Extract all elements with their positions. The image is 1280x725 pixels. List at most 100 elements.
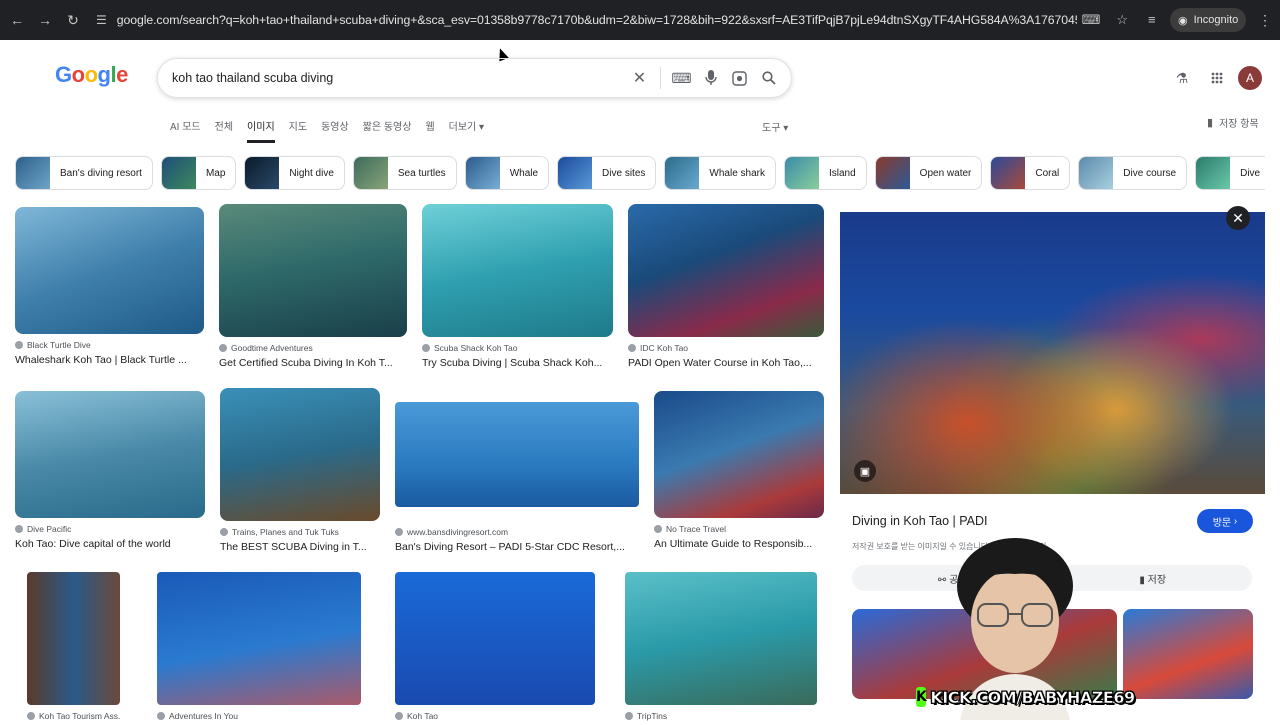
chip[interactable]: Open water bbox=[874, 156, 983, 190]
result-image[interactable] bbox=[15, 207, 204, 334]
result-source[interactable]: Scuba Shack Koh Tao bbox=[422, 343, 613, 353]
result-image[interactable] bbox=[395, 572, 595, 705]
result-source[interactable]: No Trace Travel bbox=[654, 524, 824, 534]
image-result[interactable]: Scuba Shack Koh Tao Try Scuba Diving | S… bbox=[422, 204, 613, 369]
lens-search-icon[interactable]: ▣ bbox=[854, 460, 876, 482]
chip[interactable]: Coral bbox=[990, 156, 1071, 190]
lens-camera-icon[interactable] bbox=[725, 70, 754, 86]
search-box[interactable]: koh tao thailand scuba diving ✕ ⌨ bbox=[157, 58, 792, 98]
chip[interactable]: Whale bbox=[464, 156, 550, 190]
incognito-badge[interactable]: ◉ Incognito bbox=[1170, 8, 1247, 32]
image-result[interactable]: No Trace Travel An Ultimate Guide to Res… bbox=[654, 391, 824, 550]
preview-title[interactable]: Diving in Koh Tao | PADI bbox=[852, 514, 988, 528]
saved-items-button[interactable]: ▮ 저장 항목 bbox=[1207, 115, 1259, 130]
chip[interactable]: Whale shark bbox=[664, 156, 776, 190]
result-title[interactable]: Koh Tao: Dive capital of the world bbox=[15, 538, 205, 550]
chip[interactable]: Map bbox=[160, 156, 237, 190]
address-bar[interactable]: ☰ google.com/search?q=koh+tao+thailand+s… bbox=[88, 6, 1142, 34]
save-button[interactable]: ▮ 저장 bbox=[1139, 571, 1166, 586]
forward-icon[interactable]: → bbox=[32, 7, 58, 33]
image-result[interactable]: www.bansdivingresort.com Ban's Diving Re… bbox=[395, 402, 639, 553]
result-image[interactable] bbox=[422, 204, 613, 337]
image-result[interactable]: Adventures In You bbox=[157, 572, 361, 721]
result-image[interactable] bbox=[654, 391, 824, 518]
url-text[interactable]: google.com/search?q=koh+tao+thailand+scu… bbox=[117, 13, 1077, 27]
tab-more[interactable]: 더보기 ▾ bbox=[449, 118, 484, 143]
image-result[interactable]: TripTins bbox=[625, 572, 817, 721]
result-source[interactable]: Goodtime Adventures bbox=[219, 343, 407, 353]
result-image[interactable] bbox=[219, 204, 407, 337]
result-image[interactable] bbox=[220, 388, 380, 521]
microphone-icon[interactable] bbox=[696, 70, 725, 86]
chip[interactable]: Dive bbox=[1195, 156, 1265, 190]
google-logo[interactable]: Google bbox=[55, 62, 128, 88]
tab-web[interactable]: 웹 bbox=[425, 118, 434, 143]
favicon-icon bbox=[395, 528, 403, 536]
chip[interactable]: Dive course bbox=[1078, 156, 1188, 190]
preview-image[interactable] bbox=[840, 212, 1265, 494]
browser-menu-icon[interactable]: ⋮ bbox=[1258, 12, 1272, 29]
result-source[interactable]: www.bansdivingresort.com bbox=[395, 527, 639, 537]
favicon-icon bbox=[15, 341, 23, 349]
site-info-icon[interactable]: ☰ bbox=[96, 13, 107, 27]
tab-videos[interactable]: 동영상 bbox=[321, 118, 349, 143]
result-source[interactable]: Black Turtle Dive bbox=[15, 340, 204, 350]
image-result[interactable]: Black Turtle Dive Whaleshark Koh Tao | B… bbox=[15, 207, 204, 366]
tab-maps[interactable]: 지도 bbox=[289, 118, 307, 143]
account-avatar[interactable]: A bbox=[1238, 66, 1262, 90]
chevron-down-icon: ▾ bbox=[479, 122, 485, 133]
chip[interactable]: Ban's diving resort bbox=[15, 156, 153, 190]
result-image[interactable] bbox=[625, 572, 817, 705]
search-icon[interactable] bbox=[754, 71, 783, 85]
close-preview-button[interactable]: ✕ bbox=[1226, 206, 1250, 230]
reload-icon[interactable]: ↻ bbox=[60, 7, 86, 33]
result-source-label: Scuba Shack Koh Tao bbox=[434, 343, 518, 353]
back-icon[interactable]: ← bbox=[4, 7, 30, 33]
result-image[interactable] bbox=[27, 572, 120, 705]
keyboard-icon[interactable]: ⌨ bbox=[667, 70, 696, 87]
tab-short-videos[interactable]: 짧은 동영상 bbox=[363, 118, 412, 143]
result-image[interactable] bbox=[157, 572, 361, 705]
result-title[interactable]: Whaleshark Koh Tao | Black Turtle ... bbox=[15, 354, 204, 366]
favicon-icon bbox=[625, 712, 633, 720]
clear-icon[interactable]: ✕ bbox=[625, 68, 654, 88]
result-source-label: www.bansdivingresort.com bbox=[407, 527, 509, 537]
tools-button[interactable]: 도구 ▾ bbox=[762, 119, 788, 134]
image-result[interactable]: Dive Pacific Koh Tao: Dive capital of th… bbox=[15, 391, 205, 550]
image-result[interactable]: Koh Tao bbox=[395, 572, 595, 721]
result-title[interactable]: An Ultimate Guide to Responsib... bbox=[654, 538, 824, 550]
chip[interactable]: Night dive bbox=[244, 156, 345, 190]
image-result[interactable]: Trains, Planes and Tuk Tuks The BEST SCU… bbox=[220, 388, 380, 553]
tab-search-icon[interactable]: ≡ bbox=[1148, 12, 1156, 27]
visit-button[interactable]: 방문 › bbox=[1197, 509, 1253, 533]
apps-grid-icon[interactable] bbox=[1208, 66, 1226, 90]
result-title[interactable]: Get Certified Scuba Diving In Koh T... bbox=[219, 357, 407, 369]
translate-icon[interactable]: ⌨ bbox=[1082, 12, 1101, 28]
image-result[interactable]: IDC Koh Tao PADI Open Water Course in Ko… bbox=[628, 204, 824, 369]
chip[interactable]: Island bbox=[783, 156, 867, 190]
search-input[interactable]: koh tao thailand scuba diving bbox=[172, 71, 625, 85]
result-source[interactable]: Trains, Planes and Tuk Tuks bbox=[220, 527, 380, 537]
tab-all[interactable]: 전체 bbox=[215, 118, 233, 143]
result-title[interactable]: Try Scuba Diving | Scuba Shack Koh... bbox=[422, 357, 613, 369]
tab-images[interactable]: 이미지 bbox=[247, 118, 275, 143]
result-title[interactable]: The BEST SCUBA Diving in T... bbox=[220, 541, 380, 553]
result-image[interactable] bbox=[628, 204, 824, 337]
tab-ai-mode[interactable]: AI 모드 bbox=[170, 118, 201, 143]
result-image[interactable] bbox=[395, 402, 639, 507]
chip[interactable]: Sea turtles bbox=[352, 156, 457, 190]
image-result[interactable]: Koh Tao Tourism Ass... bbox=[27, 572, 120, 721]
result-source[interactable]: Dive Pacific bbox=[15, 524, 205, 534]
image-result[interactable]: Goodtime Adventures Get Certified Scuba … bbox=[219, 204, 407, 369]
related-image[interactable] bbox=[1123, 609, 1253, 699]
bookmark-star-icon[interactable]: ☆ bbox=[1116, 12, 1128, 28]
chip[interactable]: Dive sites bbox=[557, 156, 657, 190]
favicon-icon bbox=[395, 712, 403, 720]
labs-flask-icon[interactable]: ⚗ bbox=[1174, 66, 1190, 90]
result-source[interactable]: IDC Koh Tao bbox=[628, 343, 824, 353]
result-title[interactable]: PADI Open Water Course in Koh Tao,... bbox=[628, 357, 824, 369]
result-title[interactable]: Ban's Diving Resort – PADI 5-Star CDC Re… bbox=[395, 541, 639, 553]
stream-url-overlay: K KICK.COM/BABYHAZE69 bbox=[916, 684, 1135, 710]
result-image[interactable] bbox=[15, 391, 205, 518]
refinement-chips: Ban's diving resort Map Night dive Sea t… bbox=[15, 156, 1265, 192]
